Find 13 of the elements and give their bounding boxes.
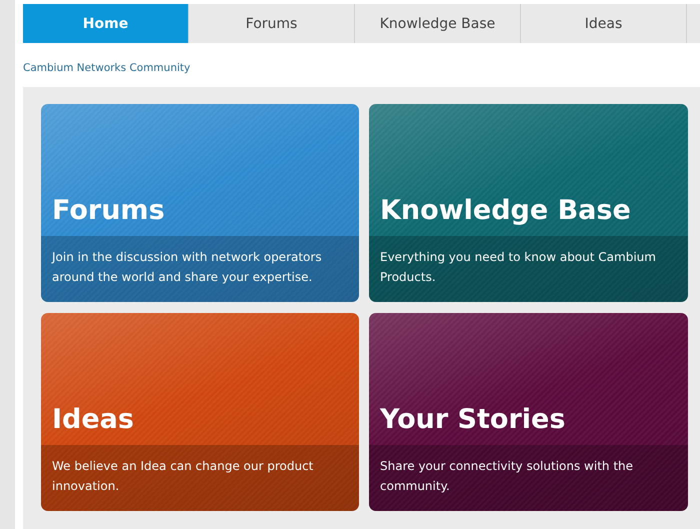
tile-description: We believe an Idea can change our product innovation. bbox=[52, 458, 314, 495]
category-tile[interactable]: Your Stories Share your connectivity solutions with the community. bbox=[369, 313, 688, 511]
tile-title: Knowledge Base bbox=[379, 195, 632, 228]
tile-title: Your Stories bbox=[379, 404, 566, 437]
tile-description: Join in the discussion with network operators around the world and share your expertise. bbox=[52, 249, 323, 286]
category-tile[interactable]: Ideas We believe an Idea can change our product innovation. bbox=[41, 313, 359, 511]
breadcrumb-link[interactable]: Cambium Networks Community bbox=[23, 62, 190, 74]
category-tile[interactable]: Forums Join in the discussion with network operators around the world and share your expertise. bbox=[41, 104, 359, 302]
tile-title: Forums bbox=[51, 195, 166, 228]
category-tile[interactable]: Knowledge Base Everything you need to know about Cambium Products. bbox=[369, 104, 688, 302]
tile-description: Share your connectivity solutions with the community. bbox=[380, 458, 634, 495]
tile-title: Ideas bbox=[51, 404, 135, 437]
tile-description: Everything you need to know about Cambium Products. bbox=[380, 249, 657, 286]
